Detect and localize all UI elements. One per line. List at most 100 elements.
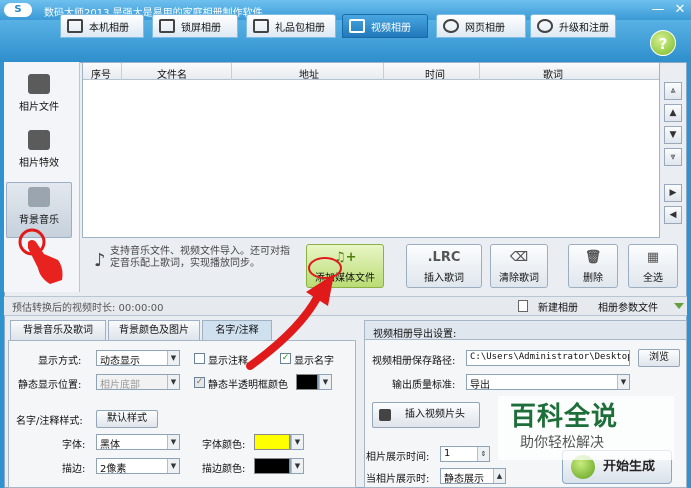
chevron-down-icon: ▼ xyxy=(291,459,303,473)
sidebar-item-photo-effects[interactable]: 相片特效 xyxy=(6,126,72,182)
browser-icon xyxy=(443,19,459,33)
tab-video-album[interactable]: 视频相册 xyxy=(342,14,428,38)
clear-lyrics-button[interactable]: ⌫ 清除歌词 xyxy=(490,244,548,288)
tab-lockscreen-album[interactable]: 锁屏相册 xyxy=(152,14,238,38)
export-settings-header: 视频相册导出设置: xyxy=(364,320,687,340)
column-header-path[interactable]: 地址 xyxy=(299,66,319,81)
opacity-color-dropdown[interactable]: ▼ xyxy=(318,374,332,390)
column-header-index[interactable]: 序号 xyxy=(91,66,111,81)
static-position-select[interactable]: 相片底部 ▼ xyxy=(96,374,180,391)
save-path-label: 视频相册保存路径: xyxy=(372,356,456,367)
music-add-icon: ♫+ xyxy=(334,250,357,265)
insert-intro-button[interactable]: 插入视频片头 xyxy=(372,402,480,428)
opacity-color-swatch[interactable] xyxy=(296,374,318,390)
import-hint-text: 支持音乐文件、视频文件导入。还可对指定音乐配上歌词，实现播放同步。 xyxy=(110,246,290,269)
select-all-button[interactable]: ▦ 全选 xyxy=(628,244,678,288)
move-down-button[interactable]: ▼ xyxy=(664,126,682,144)
chevron-down-icon: ▼ xyxy=(319,375,331,389)
chevron-down-icon: ▼ xyxy=(167,375,179,389)
display-mode-select[interactable]: 动态显示 ▼ xyxy=(96,350,180,367)
border-color-label: 描边颜色: xyxy=(202,464,246,475)
quality-label: 输出质量标准: xyxy=(392,380,456,391)
film-icon xyxy=(349,19,365,33)
sidebar-item-photo-files[interactable]: 相片文件 xyxy=(6,70,72,126)
insert-lyrics-button[interactable]: .LRC 插入歌词 xyxy=(406,244,482,288)
export-settings-title: 视频相册导出设置: xyxy=(373,329,457,340)
stepper-icon[interactable]: ⇕ xyxy=(477,447,489,461)
grid-icon: ▦ xyxy=(646,250,660,265)
album-params-button[interactable]: 相册参数文件 xyxy=(598,299,658,314)
style-label: 名字/注释样式: xyxy=(16,416,83,427)
add-media-file-button[interactable]: ♫+ 添加媒体文件 xyxy=(306,244,384,288)
show-name-checkbox[interactable]: ✓ xyxy=(280,353,291,364)
browse-button[interactable]: 浏览 xyxy=(638,349,680,367)
border-color-dropdown[interactable]: ▼ xyxy=(290,458,304,474)
music-note-icon xyxy=(28,187,50,207)
tab-upgrade-register[interactable]: 升级和注册 xyxy=(530,14,616,38)
music-note-icon: ♪ xyxy=(94,250,106,271)
font-color-dropdown[interactable]: ▼ xyxy=(290,434,304,450)
chevron-down-icon[interactable] xyxy=(674,303,684,309)
default-style-button[interactable]: 默认样式 xyxy=(96,410,158,428)
chevron-up-icon: ▲ xyxy=(493,469,505,483)
quality-select[interactable]: 导出 ▼ xyxy=(466,374,630,391)
move-top-button[interactable]: ⩓ xyxy=(664,82,682,100)
close-icon[interactable]: ✕ xyxy=(672,2,688,18)
trash-icon: 🗑 xyxy=(584,250,602,265)
column-header-lyrics[interactable]: 歌词 xyxy=(543,66,563,81)
font-label: 字体: xyxy=(62,440,86,451)
lrc-icon: .LRC xyxy=(427,250,461,265)
static-position-label: 静态显示位置: xyxy=(18,380,82,391)
chevron-down-icon: ▼ xyxy=(291,435,303,449)
chevron-down-icon: ▼ xyxy=(617,375,629,389)
photo-time-stepper[interactable]: 1 ⇕ xyxy=(440,446,490,462)
tab-name-note[interactable]: 名字/注释 xyxy=(202,320,272,340)
photo-album-icon xyxy=(67,19,83,33)
tab-background-color-image[interactable]: 背景颜色及图片 xyxy=(108,320,200,340)
effects-icon xyxy=(28,130,50,150)
estimated-duration: 预估转换后的视频时长: 00:00:00 xyxy=(12,303,164,314)
photo-display-select[interactable]: 静态展示 ▲ xyxy=(440,468,506,485)
chevron-down-icon: ▼ xyxy=(167,459,179,473)
tab-gift-album[interactable]: 礼品包相册 xyxy=(246,14,336,38)
column-header-time[interactable]: 时间 xyxy=(425,66,445,81)
app-logo: S xyxy=(4,3,32,17)
new-document-icon xyxy=(518,300,528,312)
move-up-button[interactable]: ▲ xyxy=(664,104,682,122)
font-color-swatch[interactable] xyxy=(254,434,290,450)
monitor-icon xyxy=(159,19,175,33)
display-mode-label: 显示方式: xyxy=(38,356,82,367)
delete-button[interactable]: 🗑 删除 xyxy=(568,244,618,288)
show-name-label: 显示名字 xyxy=(294,356,334,367)
chevron-down-icon: ▼ xyxy=(167,351,179,365)
minimize-icon[interactable]: — xyxy=(650,2,666,18)
new-album-button[interactable]: 新建相册 xyxy=(538,299,578,314)
font-color-label: 字体颜色: xyxy=(202,440,246,451)
border-label: 描边: xyxy=(62,464,86,475)
move-bottom-button[interactable]: ⩔ xyxy=(664,148,682,166)
save-path-input[interactable]: C:\Users\Administrator\Desktop xyxy=(466,350,630,366)
table-header: 序号 文件名 地址 时间 歌词 xyxy=(83,63,659,81)
static-opacity-checkbox[interactable]: ✓ xyxy=(194,377,205,388)
watermark: 百科全说 助你轻松解决 xyxy=(498,396,674,460)
help-icon[interactable]: ? xyxy=(650,30,676,56)
tab-local-album[interactable]: 本机相册 xyxy=(60,14,144,38)
static-opacity-label: 静态半透明框颜色 xyxy=(208,380,288,391)
scroll-left-button[interactable]: ◀ xyxy=(664,206,682,224)
eraser-icon: ⌫ xyxy=(509,250,529,265)
globe-icon xyxy=(537,19,553,33)
chevron-down-icon: ▼ xyxy=(167,435,179,449)
watermark-subtitle: 助你轻松解决 xyxy=(520,435,604,451)
font-select[interactable]: 黑体 ▼ xyxy=(96,434,180,451)
media-file-table[interactable]: 序号 文件名 地址 时间 歌词 xyxy=(82,62,660,238)
border-width-select[interactable]: 2像素 ▼ xyxy=(96,458,180,475)
tab-web-album[interactable]: 网页相册 xyxy=(436,14,526,38)
scroll-right-button[interactable]: ▶ xyxy=(664,184,682,202)
column-header-filename[interactable]: 文件名 xyxy=(157,66,187,81)
video-camera-icon xyxy=(379,409,391,421)
tab-background-music-lyrics[interactable]: 背景音乐及歌词 xyxy=(10,320,106,340)
watermark-title: 百科全说 xyxy=(510,402,619,432)
border-color-swatch[interactable] xyxy=(254,458,290,474)
photo-time-label: 相片展示时间: xyxy=(366,452,430,463)
show-note-checkbox[interactable] xyxy=(194,353,205,364)
